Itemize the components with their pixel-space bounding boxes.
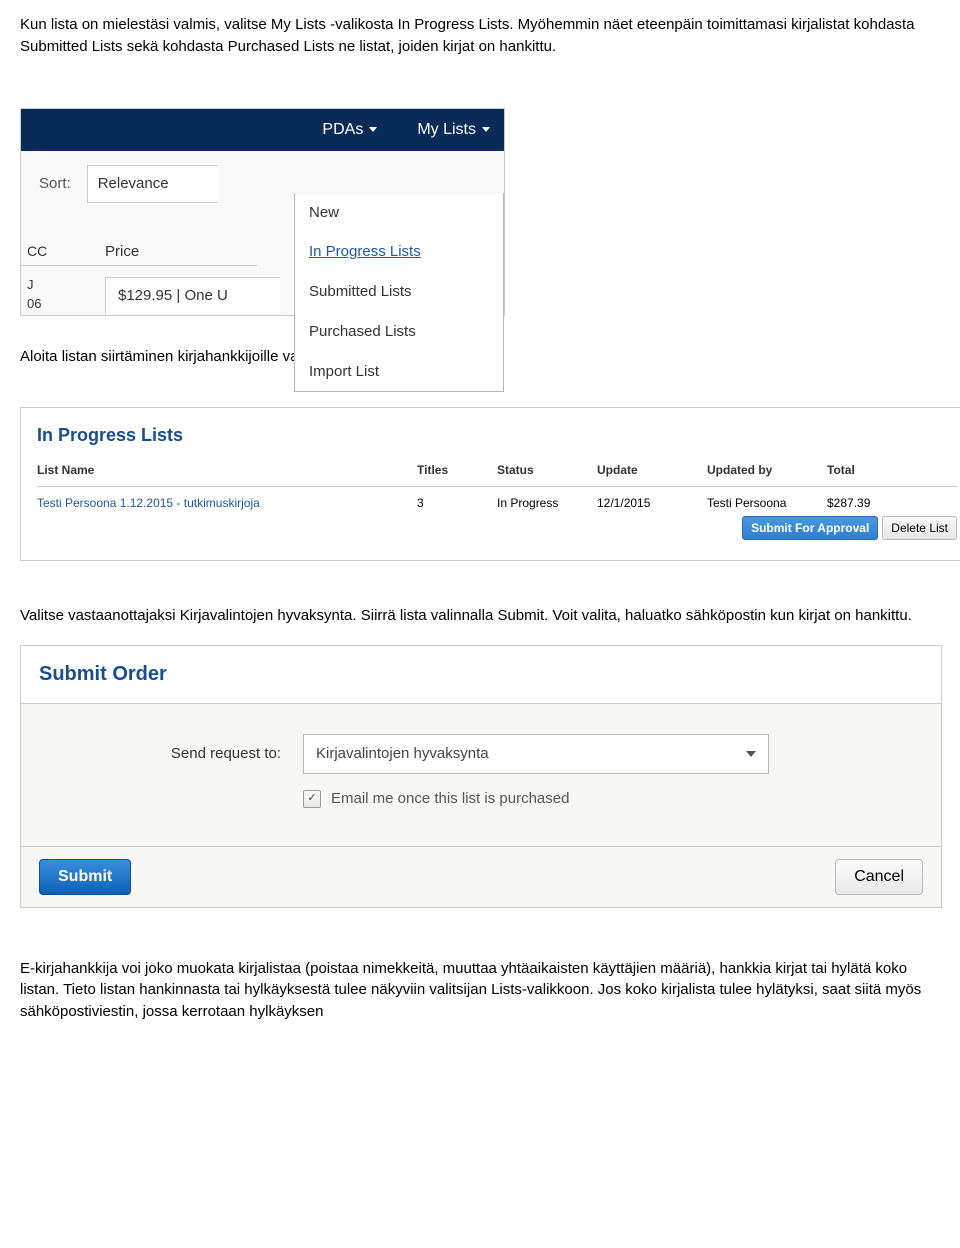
send-request-row: Send request to: Kirjavalintojen hyvaksy… — [21, 734, 941, 774]
menu-new[interactable]: New — [295, 193, 503, 233]
paragraph-3: Valitse vastaanottajaksi Kirjavalintojen… — [20, 605, 940, 627]
dialog-footer: Submit Cancel — [21, 846, 941, 907]
submit-button[interactable]: Submit — [39, 859, 131, 895]
cell-total: $287.39 — [827, 495, 927, 512]
nav-mylists[interactable]: My Lists — [417, 118, 490, 141]
email-checkbox-label: Email me once this list is purchased — [331, 788, 569, 810]
menu-submitted-lists[interactable]: Submitted Lists — [295, 272, 503, 312]
sort-row: Sort: Relevance — [39, 165, 218, 203]
th-titles: Titles — [417, 462, 497, 479]
chevron-down-icon — [482, 127, 490, 132]
menu-purchased-lists[interactable]: Purchased Lists — [295, 312, 503, 352]
sort-select[interactable]: Relevance — [87, 165, 218, 203]
row-actions: Submit For Approval Delete List — [37, 516, 957, 540]
table-header: List Name Titles Status Update Updated b… — [37, 462, 957, 486]
send-request-select[interactable]: Kirjavalintojen hyvaksynta — [303, 734, 769, 774]
cell-listname[interactable]: Testi Persoona 1.12.2015 - tutkimuskirjo… — [37, 495, 417, 512]
dialog-title: Submit Order — [21, 646, 941, 704]
cell-update: 12/1/2015 — [597, 495, 707, 512]
select-value: Kirjavalintojen hyvaksynta — [316, 743, 489, 765]
th-total: Total — [827, 462, 927, 479]
menu-import-list[interactable]: Import List — [295, 352, 503, 392]
price-value: $129.95 | One U — [118, 285, 228, 307]
column-price: Price — [105, 241, 139, 263]
th-updatedby: Updated by — [707, 462, 827, 479]
chevron-down-icon — [369, 127, 377, 132]
th-listname: List Name — [37, 462, 417, 479]
th-update: Update — [597, 462, 707, 479]
mylists-dropdown: New In Progress Lists Submitted Lists Pu… — [294, 193, 504, 393]
row-id-fragment: J 06 — [27, 276, 41, 314]
panel-title: In Progress Lists — [37, 422, 957, 448]
body: Sort: Relevance CC Price J 06 $129.95 | … — [21, 151, 504, 315]
nav-mylists-label: My Lists — [417, 118, 476, 141]
price-select[interactable]: $129.95 | One U — [105, 277, 280, 314]
cell-updatedby: Testi Persoona — [707, 495, 827, 512]
paragraph-4: E-kirjahankkija voi joko muokata kirjali… — [20, 958, 940, 1023]
menu-in-progress-lists[interactable]: In Progress Lists — [295, 232, 503, 272]
sort-value: Relevance — [98, 173, 169, 195]
send-request-label: Send request to: — [21, 743, 303, 765]
email-checkbox-row: ✓ Email me once this list is purchased — [303, 788, 941, 810]
dialog-body: Send request to: Kirjavalintojen hyvaksy… — [21, 704, 941, 846]
screenshot-mylists-menu: PDAs My Lists Sort: Relevance CC Price J… — [20, 108, 505, 316]
submit-for-approval-button[interactable]: Submit For Approval — [742, 516, 878, 540]
divider — [21, 265, 257, 266]
screenshot-in-progress-lists: In Progress Lists List Name Titles Statu… — [20, 407, 960, 561]
screenshot-submit-order: Submit Order Send request to: Kirjavalin… — [20, 645, 942, 908]
cell-status: In Progress — [497, 495, 597, 512]
column-cc: CC — [27, 241, 47, 261]
paragraph-1: Kun lista on mielestäsi valmis, valitse … — [20, 14, 940, 58]
th-status: Status — [497, 462, 597, 479]
cell-titles: 3 — [417, 495, 497, 512]
email-checkbox[interactable]: ✓ — [303, 790, 321, 808]
delete-list-button[interactable]: Delete List — [882, 516, 957, 540]
chevron-down-icon — [746, 751, 756, 757]
nav-pdas[interactable]: PDAs — [322, 118, 377, 141]
sort-label: Sort: — [39, 173, 71, 195]
top-nav: PDAs My Lists — [21, 109, 504, 151]
table-row: Testi Persoona 1.12.2015 - tutkimuskirjo… — [37, 487, 957, 512]
cancel-button[interactable]: Cancel — [835, 859, 923, 895]
nav-pdas-label: PDAs — [322, 118, 363, 141]
